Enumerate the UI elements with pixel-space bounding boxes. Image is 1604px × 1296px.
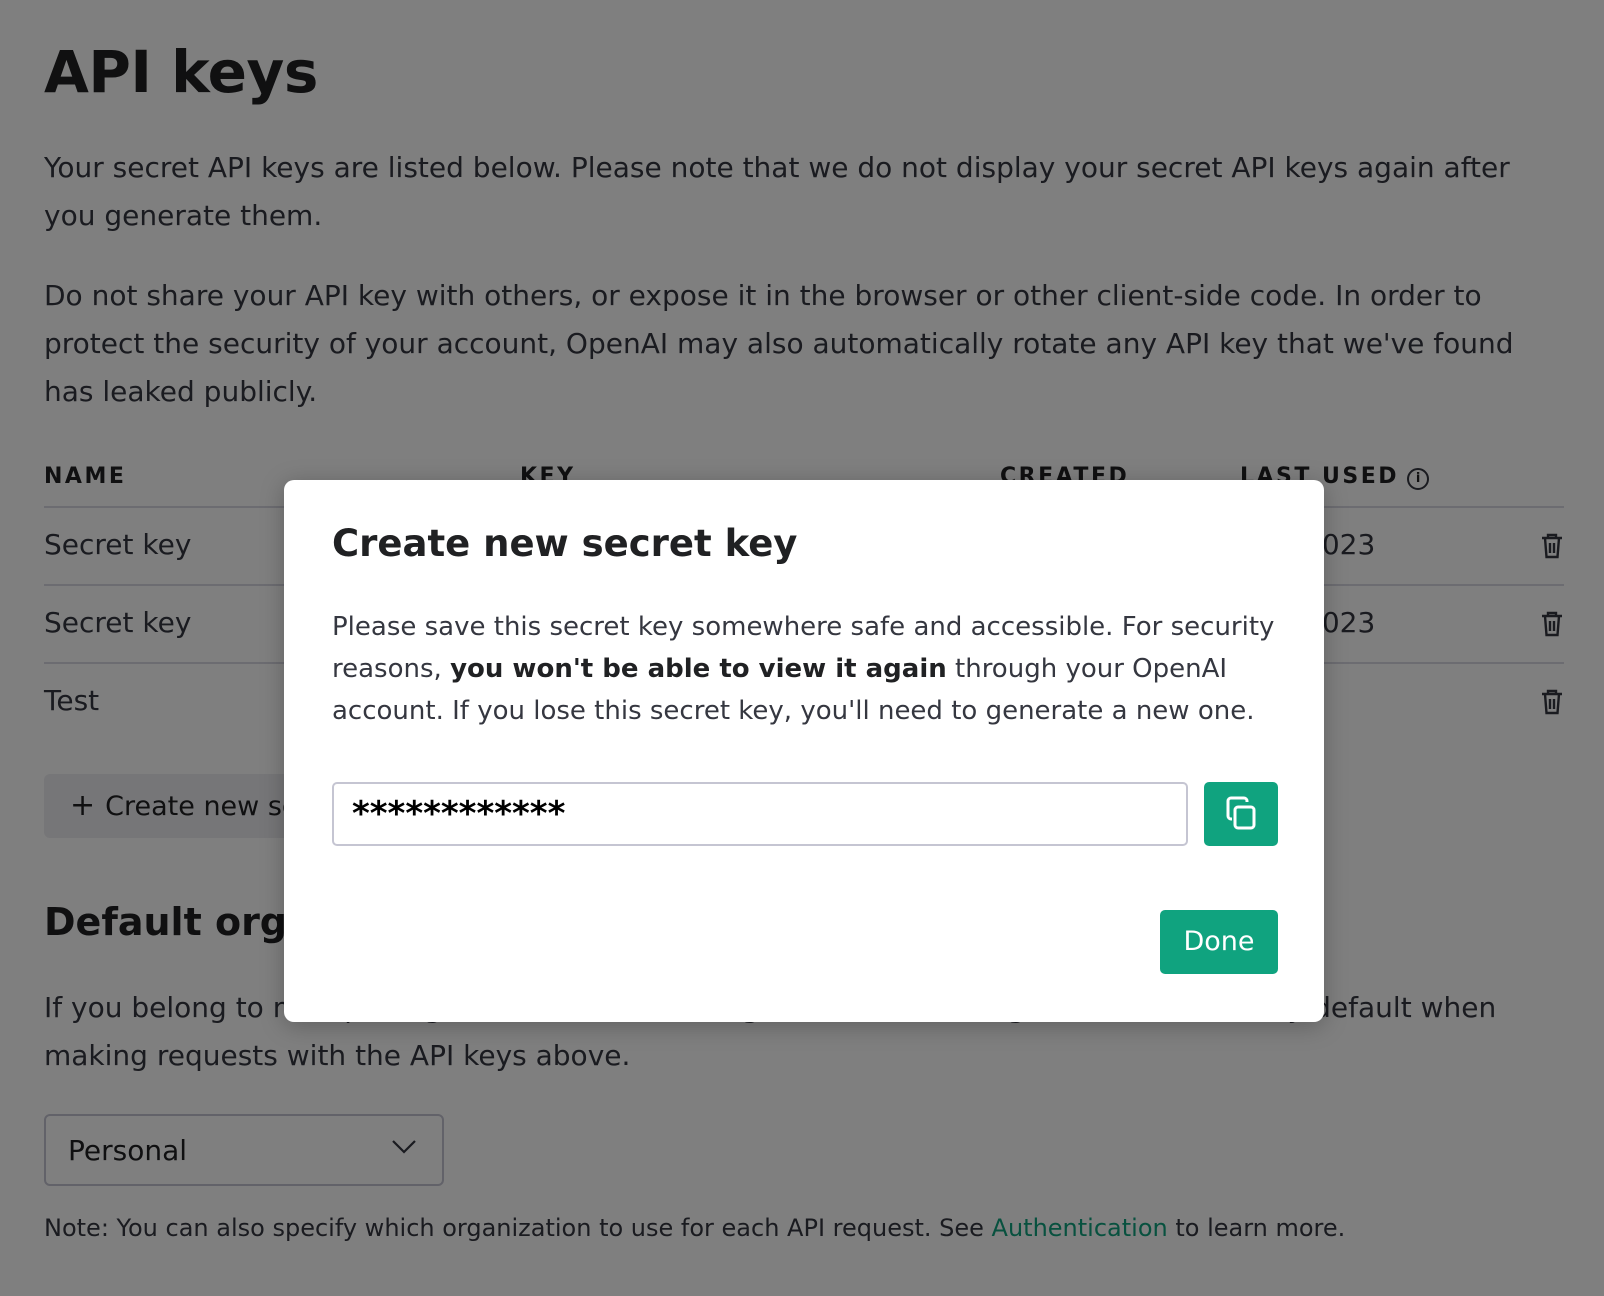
secret-key-field[interactable] xyxy=(332,782,1188,846)
done-button[interactable]: Done xyxy=(1160,910,1278,974)
copy-button[interactable] xyxy=(1204,782,1278,846)
dialog-title: Create new secret key xyxy=(332,522,798,565)
dialog-body: Please save this secret key somewhere sa… xyxy=(332,606,1282,732)
copy-icon xyxy=(1226,796,1256,830)
dialog-body-bold: you won't be able to view it again xyxy=(450,654,947,684)
create-secret-key-dialog: Create new secret key Please save this s… xyxy=(284,480,1324,1022)
